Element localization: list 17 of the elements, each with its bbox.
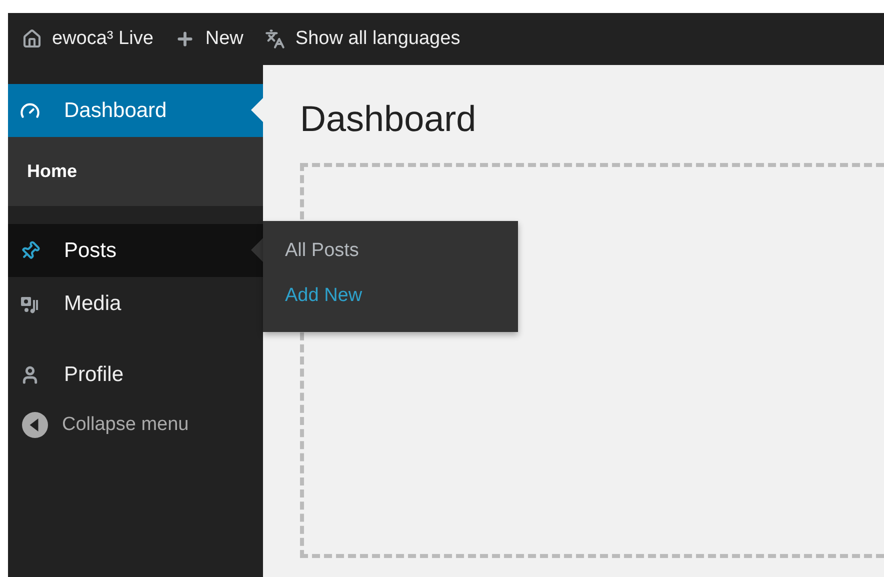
page-title: Dashboard — [300, 97, 478, 141]
flyout-item[interactable]: Add New — [285, 283, 362, 309]
toolbar-link[interactable]: New — [175, 24, 244, 54]
house-icon — [22, 29, 42, 49]
user-icon — [20, 364, 40, 384]
collapse-menu-button[interactable]: Collapse menu — [8, 411, 263, 440]
menu-item[interactable]: Media — [8, 277, 263, 330]
toolbar-link[interactable]: Show all languages — [265, 24, 460, 54]
gauge-icon — [20, 100, 40, 120]
menu-item[interactable]: Dashboard — [8, 84, 263, 137]
flyout-item[interactable]: All Posts — [285, 238, 359, 264]
toolbar-link[interactable]: ewoca³ Live — [22, 24, 154, 54]
submenu-item[interactable]: Home — [27, 158, 78, 185]
menu-item[interactable]: Posts — [8, 224, 263, 277]
menu-item[interactable]: Profile — [8, 348, 263, 401]
translate-icon — [265, 29, 286, 49]
plus-icon — [175, 29, 196, 49]
